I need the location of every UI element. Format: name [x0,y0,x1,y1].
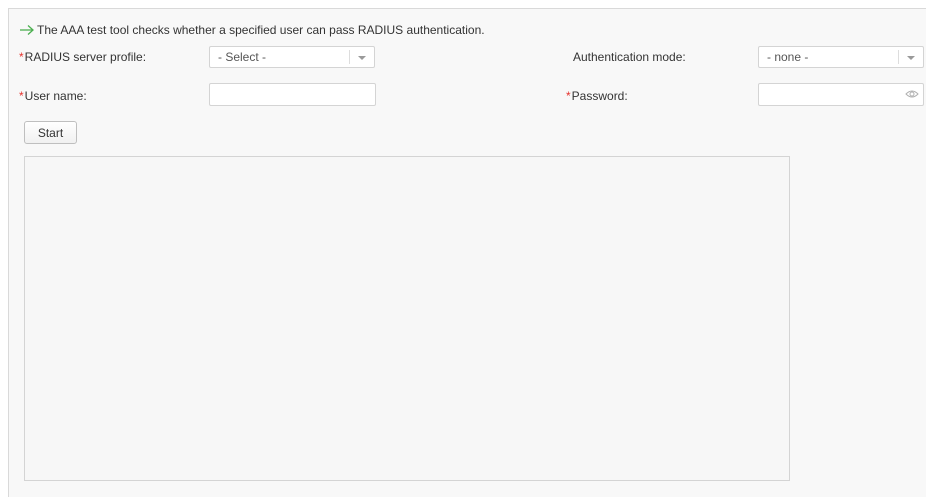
password-input[interactable] [758,83,924,106]
radius-profile-label: *RADIUS server profile: [19,49,146,65]
auth-mode-select[interactable]: - none - [758,46,924,68]
required-mark: * [19,50,24,64]
user-name-label-text: User name: [24,89,87,103]
auth-mode-dropdown-toggle[interactable] [898,50,923,64]
password-label: *Password: [566,88,628,104]
radius-profile-value: - Select - [218,50,267,64]
password-field [758,83,924,106]
required-mark: * [566,89,571,103]
info-line: The AAA test tool checks whether a speci… [19,22,485,38]
user-name-input[interactable] [209,83,376,106]
radius-profile-label-text: RADIUS server profile: [24,50,147,64]
password-label-text: Password: [571,89,628,103]
user-name-label: *User name: [19,88,87,104]
required-mark: * [19,89,24,103]
eye-icon[interactable] [905,89,919,99]
radius-profile-select[interactable]: - Select - [209,46,375,68]
radius-profile-dropdown-toggle[interactable] [349,50,374,64]
auth-mode-value: - none - [767,50,809,64]
chevron-down-icon [907,56,915,60]
chevron-down-icon [358,56,366,60]
arrow-right-icon [20,25,34,35]
start-button[interactable]: Start [24,121,77,144]
auth-mode-label: Authentication mode: [573,50,686,64]
info-text: The AAA test tool checks whether a speci… [37,23,485,37]
test-result-output[interactable] [24,156,790,481]
